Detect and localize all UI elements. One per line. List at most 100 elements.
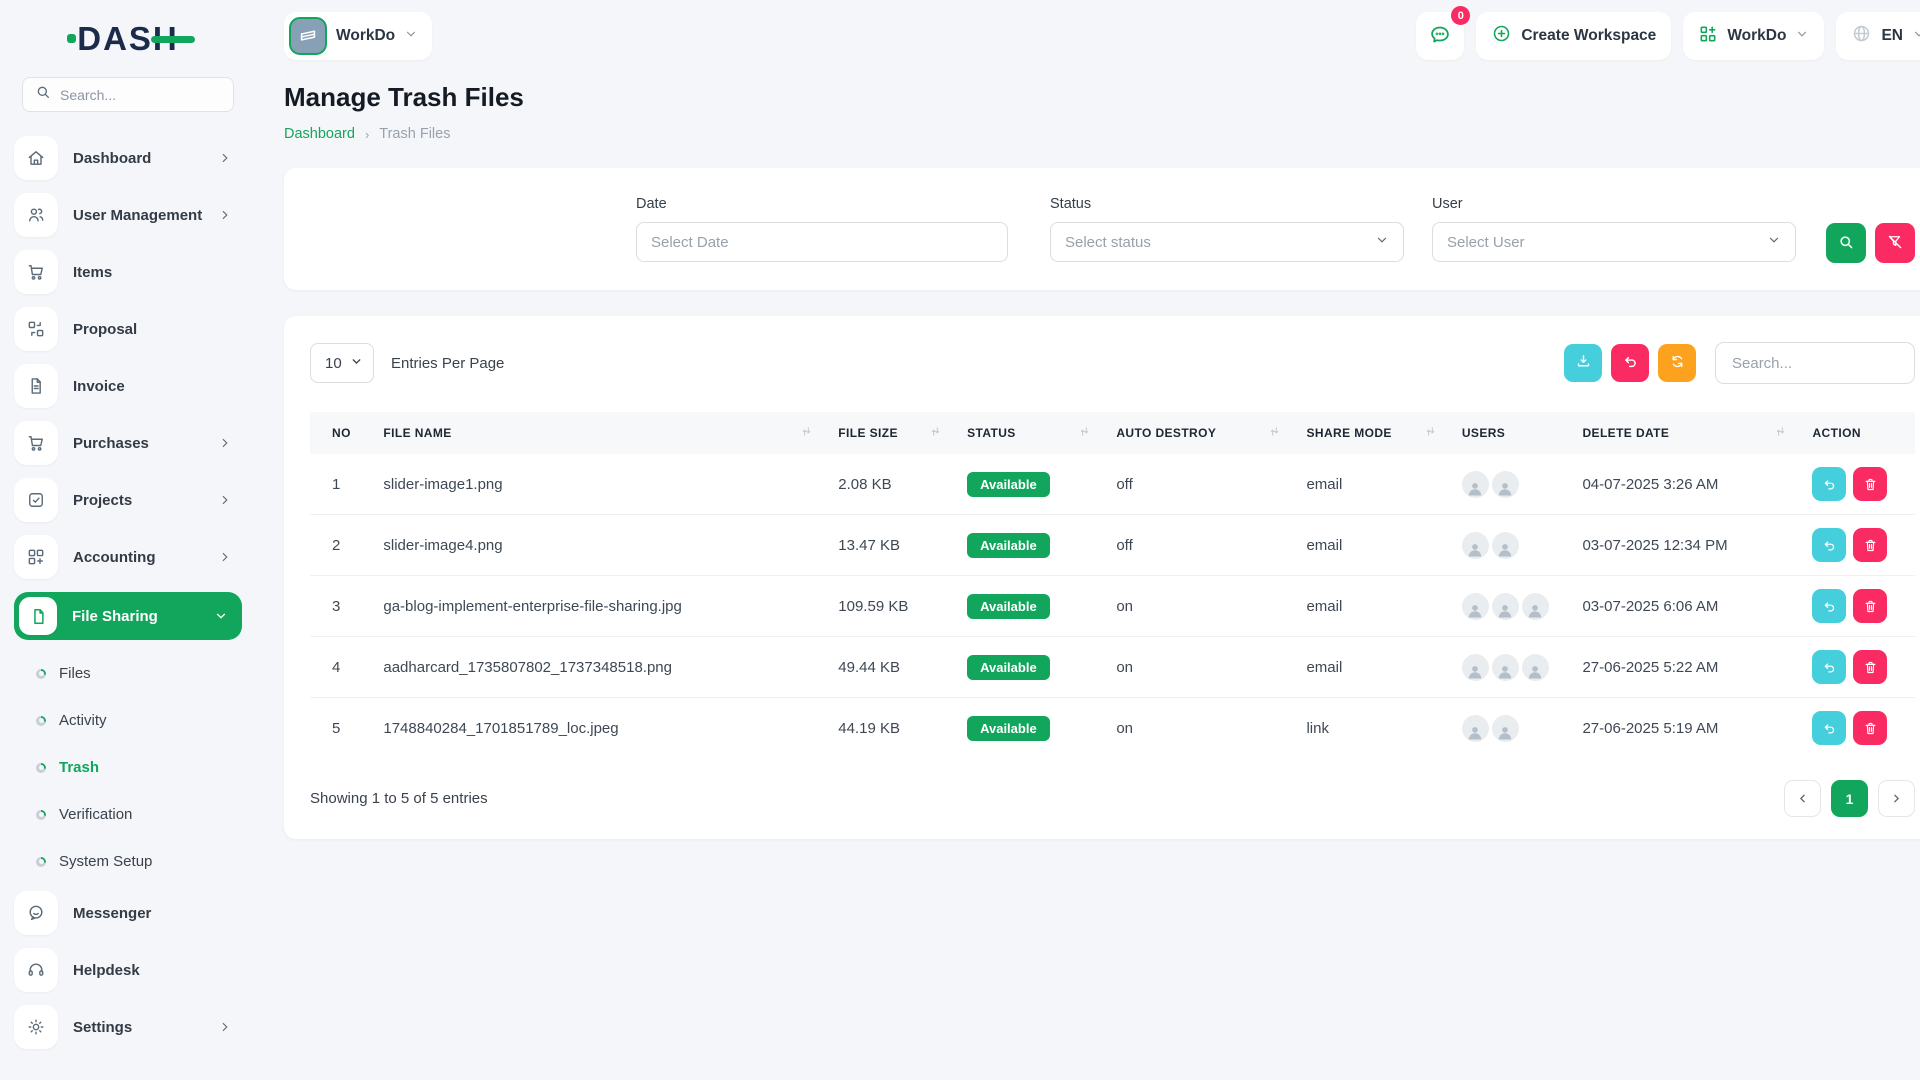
- workspace-selector[interactable]: WorkDo: [284, 12, 432, 60]
- date-filter-label: Date: [636, 196, 1008, 212]
- user-avatars: [1462, 593, 1563, 620]
- sidebar-item-file-sharing[interactable]: File Sharing: [14, 592, 242, 640]
- download-icon: [1575, 353, 1592, 373]
- search-icon: [1837, 233, 1855, 254]
- table-row: 3 ga-blog-implement-enterprise-file-shar…: [310, 576, 1915, 637]
- restore-button[interactable]: [1812, 650, 1846, 684]
- col-delete-date[interactable]: DELETE DATE: [1572, 412, 1802, 454]
- table-row: 1 slider-image1.png 2.08 KB Available of…: [310, 454, 1915, 515]
- avatar: [1492, 715, 1519, 742]
- delete-button[interactable]: [1853, 650, 1887, 684]
- chevron-down-icon: [404, 27, 418, 46]
- restore-all-button[interactable]: [1611, 344, 1649, 382]
- grid-plus-icon: [14, 535, 58, 579]
- users-icon: [14, 193, 58, 237]
- sidebar-item-helpdesk[interactable]: Helpdesk: [14, 948, 242, 992]
- refresh-button[interactable]: [1658, 344, 1696, 382]
- sidebar-item-accounting[interactable]: Accounting: [14, 535, 242, 579]
- sidebar-item-proposal[interactable]: Proposal: [14, 307, 242, 351]
- avatar: [1492, 593, 1519, 620]
- sidebar-item-invoice[interactable]: Invoice: [14, 364, 242, 408]
- app-logo-text: DASH: [77, 22, 179, 55]
- search-icon: [35, 84, 51, 105]
- showing-entries-text: Showing 1 to 5 of 5 entries: [310, 790, 488, 807]
- col-file-size[interactable]: FILE SIZE: [828, 412, 957, 454]
- delete-button[interactable]: [1853, 589, 1887, 623]
- clear-filter-button[interactable]: [1875, 223, 1915, 263]
- status-badge: Available: [967, 594, 1050, 619]
- breadcrumb: Dashboard › Trash Files: [284, 126, 1920, 142]
- entries-per-page-select[interactable]: 10: [310, 343, 374, 383]
- sidebar-search-input[interactable]: [60, 87, 221, 103]
- submenu-item-verification[interactable]: Verification: [14, 791, 242, 838]
- sidebar-item-items[interactable]: Items: [14, 250, 242, 294]
- avatar: [1462, 654, 1489, 681]
- status-badge: Available: [967, 655, 1050, 680]
- sort-icon: [1269, 426, 1280, 440]
- status-badge: Available: [967, 533, 1050, 558]
- restore-button[interactable]: [1812, 467, 1846, 501]
- restore-button[interactable]: [1812, 711, 1846, 745]
- chevron-right-icon: [218, 1020, 232, 1034]
- export-button[interactable]: [1564, 344, 1602, 382]
- breadcrumb-dashboard[interactable]: Dashboard: [284, 126, 355, 142]
- sidebar-item-settings[interactable]: Settings: [14, 1005, 242, 1049]
- sidebar-item-user-management[interactable]: User Management: [14, 193, 242, 237]
- delete-button[interactable]: [1853, 528, 1887, 562]
- pagination-page-1[interactable]: 1: [1831, 780, 1868, 817]
- col-file-name[interactable]: FILE NAME: [373, 412, 828, 454]
- col-share-mode[interactable]: SHARE MODE: [1296, 412, 1451, 454]
- grid-plus-icon: [1698, 24, 1718, 49]
- sidebar-item-dashboard[interactable]: Dashboard: [14, 136, 242, 180]
- date-filter-input[interactable]: [651, 234, 993, 251]
- submenu-item-trash[interactable]: Trash: [14, 744, 242, 791]
- date-filter-field: [636, 222, 1008, 262]
- app-switcher-dropdown[interactable]: WorkDo: [1683, 12, 1824, 60]
- chevron-down-icon: [214, 609, 228, 623]
- submenu-item-files[interactable]: Files: [14, 650, 242, 697]
- bullet-icon: [36, 669, 46, 679]
- chevron-down-icon: [1375, 233, 1389, 251]
- cart-icon: [14, 421, 58, 465]
- restore-button[interactable]: [1812, 528, 1846, 562]
- submenu-item-system-setup[interactable]: System Setup: [14, 838, 242, 885]
- sidebar: DASH Dashboard User Management Items: [0, 0, 256, 1080]
- sidebar-item-purchases[interactable]: Purchases: [14, 421, 242, 465]
- check-square-icon: [14, 478, 58, 522]
- pagination-prev-button[interactable]: [1784, 780, 1821, 817]
- refresh-icon: [1669, 353, 1686, 373]
- app-logo[interactable]: DASH: [14, 22, 242, 55]
- user-avatars: [1462, 532, 1563, 559]
- apply-filter-button[interactable]: [1826, 223, 1866, 263]
- language-dropdown[interactable]: EN: [1836, 12, 1920, 60]
- sidebar-item-projects[interactable]: Projects: [14, 478, 242, 522]
- sidebar-search[interactable]: [22, 77, 234, 112]
- delete-button[interactable]: [1853, 711, 1887, 745]
- delete-button[interactable]: [1853, 467, 1887, 501]
- plus-circle-icon: [1491, 23, 1512, 49]
- bullet-icon: [36, 763, 46, 773]
- col-no[interactable]: NO: [310, 412, 373, 454]
- pagination-next-button[interactable]: [1878, 780, 1915, 817]
- status-filter-select[interactable]: Select status: [1050, 222, 1404, 262]
- file-name-cell: ga-blog-implement-enterprise-file-sharin…: [373, 576, 828, 637]
- breadcrumb-separator: ›: [365, 127, 369, 142]
- chevron-down-icon: [1795, 27, 1809, 46]
- create-workspace-button[interactable]: Create Workspace: [1476, 12, 1671, 60]
- file-name-cell: slider-image1.png: [373, 454, 828, 515]
- table-row: 5 1748840284_1701851789_loc.jpeg 44.19 K…: [310, 698, 1915, 759]
- col-auto-destroy[interactable]: AUTO DESTROY: [1106, 412, 1296, 454]
- topbar: WorkDo 0 Create Workspace WorkDo: [284, 12, 1920, 60]
- restore-button[interactable]: [1812, 589, 1846, 623]
- chevron-right-icon: [218, 493, 232, 507]
- status-badge: Available: [967, 716, 1050, 741]
- file-name-cell: 1748840284_1701851789_loc.jpeg: [373, 698, 828, 759]
- sidebar-item-messenger[interactable]: Messenger: [14, 891, 242, 935]
- messages-button[interactable]: 0: [1416, 12, 1464, 60]
- table-search-input[interactable]: [1715, 342, 1915, 384]
- user-filter-select[interactable]: Select User: [1432, 222, 1796, 262]
- col-users[interactable]: USERS: [1452, 412, 1573, 454]
- avatar: [1522, 654, 1549, 681]
- col-status[interactable]: STATUS: [957, 412, 1106, 454]
- submenu-item-activity[interactable]: Activity: [14, 697, 242, 744]
